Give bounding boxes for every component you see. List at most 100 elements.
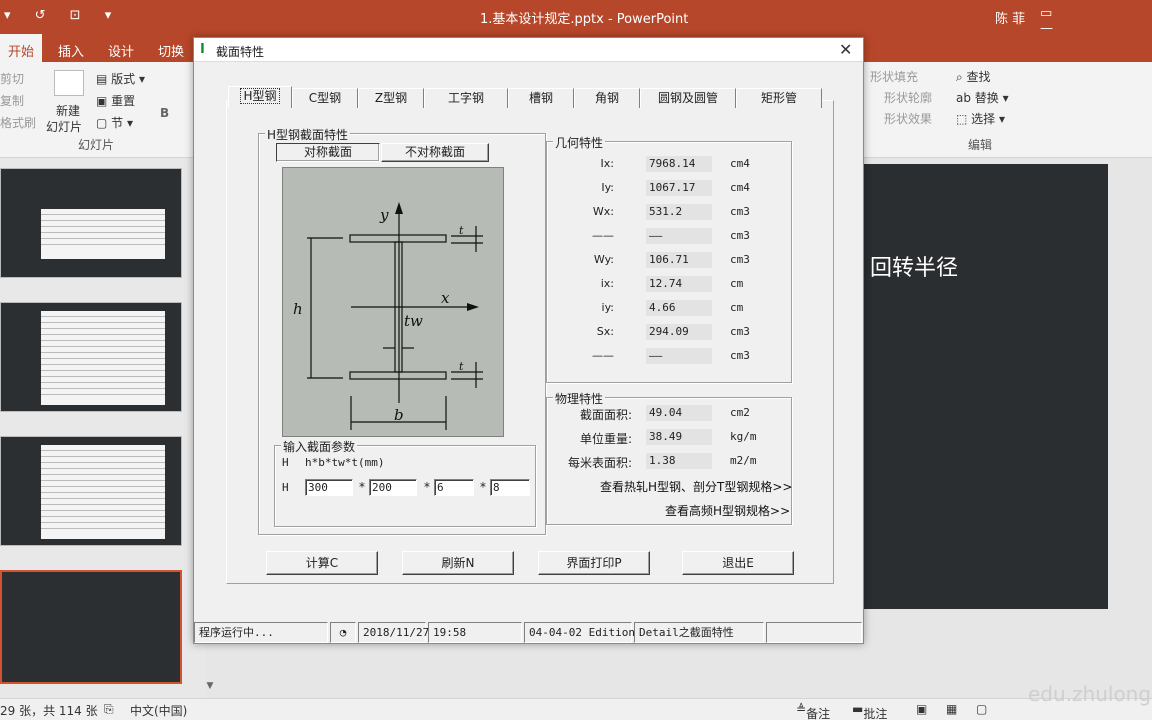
physical-value: 1.38 [646, 453, 712, 469]
flange-thickness-input[interactable]: 8 [490, 479, 530, 496]
status-running: 程序运行中... [194, 622, 328, 643]
close-icon[interactable]: ✕ [839, 40, 852, 59]
status-edition: 04-04-02 Edition [524, 622, 635, 643]
slide-thumbnail[interactable] [0, 168, 182, 278]
exit-button[interactable]: 退出E [682, 551, 794, 575]
geometry-label: Ix: [600, 157, 614, 170]
dialog-title: 截面特性 [216, 45, 265, 59]
dialog-title-bar: I 截面特性 ✕ [194, 38, 863, 62]
physical-value: 49.04 [646, 405, 712, 421]
tab-channel[interactable]: 槽钢 [508, 88, 574, 108]
language-indicator[interactable]: 中文(中国) [130, 702, 187, 719]
geometry-value: —— [646, 228, 712, 244]
normal-view-icon[interactable]: ▣ [916, 702, 927, 716]
geometry-unit: cm4 [730, 181, 750, 194]
scroll-down-button[interactable]: ▼ [203, 681, 217, 695]
multiply-sign: * [424, 480, 430, 494]
geometry-label: —— [592, 349, 614, 362]
tab-i-beam[interactable]: 工字钢 [424, 88, 508, 108]
physical-label: 单位重量: [579, 432, 632, 446]
comments-button[interactable]: ▬ 批注 [852, 702, 887, 720]
bold-button[interactable]: B [160, 106, 169, 120]
slide-thumbnail-selected[interactable] [0, 570, 182, 684]
slide-title-text[interactable]: 回转半径 [870, 250, 958, 282]
slide-thumbnail[interactable] [0, 436, 182, 546]
slides-group-label: 幻灯片 [78, 138, 115, 152]
geometry-label: iy: [601, 301, 614, 314]
dialog-status-bar: 程序运行中... ◔ 2018/11/27 19:58 04-04-02 Edi… [194, 622, 863, 643]
slide-count: 29 张，共 114 张 [0, 704, 98, 718]
physical-group-label: 物理特性 [553, 390, 606, 407]
slide-thumbnail[interactable] [0, 302, 182, 412]
diagram-label-tw: tw [404, 312, 423, 330]
diagram-label-h: h [293, 300, 303, 318]
copy-button[interactable]: 复制 [0, 92, 24, 109]
print-button[interactable]: 界面打印P [538, 551, 650, 575]
shape-outline-button[interactable]: 形状轮廓 [884, 89, 932, 106]
multiply-sign: * [480, 480, 486, 494]
calculate-button[interactable]: 计算C [266, 551, 378, 575]
geometry-value: 12.74 [646, 276, 712, 292]
slide-thumbnail-pane [0, 158, 205, 698]
spellcheck-icon[interactable]: ⎘ [104, 702, 114, 717]
user-name[interactable]: 陈 菲 [995, 8, 1025, 27]
tab-insert[interactable]: 插入 [58, 41, 84, 60]
status-empty [766, 622, 862, 643]
status-time: 19:58 [428, 622, 522, 643]
shape-fill-button[interactable]: 形状填充 [870, 68, 918, 85]
asymmetric-section-button[interactable]: 不对称截面 [381, 143, 489, 162]
quick-access-toolbar[interactable]: ▾ ↺ ⊡ ▾ [4, 8, 121, 23]
select-button[interactable]: ⬚ 选择 ▾ [956, 110, 1005, 127]
diagram-label-t-top: t [459, 224, 464, 237]
geometry-value: 531.2 [646, 204, 712, 220]
sorter-view-icon[interactable]: ▦ [946, 702, 957, 716]
web-thickness-input[interactable]: 6 [434, 479, 474, 496]
geometry-group-label: 几何特性 [553, 134, 606, 151]
new-slide-button[interactable]: 新建 [56, 102, 80, 119]
geometry-unit: cm [730, 277, 744, 290]
tab-h-steel[interactable]: H型钢 [228, 86, 292, 108]
geometry-unit: cm3 [730, 325, 750, 338]
cut-button[interactable]: 剪切 [0, 70, 24, 87]
high-freq-spec-link[interactable]: 查看高频H型钢规格>> [665, 502, 790, 519]
formula-prefix: H [282, 456, 289, 469]
find-button[interactable]: ⌕ 查找 [956, 68, 991, 85]
reset-button[interactable]: ▣ 重置 [96, 92, 135, 109]
shape-effects-button[interactable]: 形状效果 [884, 110, 932, 127]
section-button[interactable]: ▢ 节 ▾ [96, 114, 133, 131]
reading-view-icon[interactable]: ▢ [976, 702, 987, 716]
geometry-value: —— [646, 348, 712, 364]
physical-unit: m2/m [730, 454, 757, 467]
geometry-unit: cm3 [730, 253, 750, 266]
h-section-group-label: H型钢截面特性 [265, 126, 351, 143]
new-slide-button-label2[interactable]: 幻灯片 [46, 118, 82, 135]
geometry-value: 7968.14 [646, 156, 712, 172]
tab-angle[interactable]: 角钢 [574, 88, 640, 108]
height-input[interactable]: 300 [305, 479, 353, 496]
refresh-button[interactable]: 刷新N [402, 551, 514, 575]
current-slide[interactable] [860, 164, 1108, 609]
tab-home[interactable]: 开始 [0, 34, 43, 62]
tab-transitions[interactable]: 切换 [158, 41, 184, 60]
tab-rect-tube[interactable]: 矩形管 [736, 88, 822, 108]
geometry-value: 1067.17 [646, 180, 712, 196]
diagram-label-x: x [441, 289, 450, 307]
ppt-status-bar: 29 张，共 114 张 ⎘ 中文(中国) ≜ 备注 ▬ 批注 ▣ ▦ ▢ [0, 698, 1152, 720]
section-properties-dialog: I 截面特性 ✕ H型钢 C型钢 Z型钢 工字钢 槽钢 角钢 圆钢及圆管 矩形管… [193, 37, 864, 644]
notes-button[interactable]: ≜ 备注 [796, 702, 830, 720]
hot-rolled-spec-link[interactable]: 查看热轧H型钢、剖分T型钢规格>> [600, 478, 792, 495]
physical-unit: cm2 [730, 406, 750, 419]
tab-c-steel[interactable]: C型钢 [292, 88, 358, 108]
format-painter-button[interactable]: 格式刷 [0, 114, 36, 131]
tab-round-tube[interactable]: 圆钢及圆管 [640, 88, 736, 108]
tab-design[interactable]: 设计 [108, 41, 134, 60]
symmetric-section-button[interactable]: 对称截面 [276, 143, 380, 162]
geometry-label: ix: [600, 277, 614, 290]
replace-button[interactable]: ab 替换 ▾ [956, 89, 1009, 106]
new-slide-icon [54, 70, 84, 96]
layout-button[interactable]: ▤ 版式 ▾ [96, 70, 145, 87]
tab-z-steel[interactable]: Z型钢 [358, 88, 424, 108]
geometry-value: 294.09 [646, 324, 712, 340]
width-input[interactable]: 200 [369, 479, 417, 496]
section-type-tabs: H型钢 C型钢 Z型钢 工字钢 槽钢 角钢 圆钢及圆管 矩形管 [228, 86, 834, 108]
